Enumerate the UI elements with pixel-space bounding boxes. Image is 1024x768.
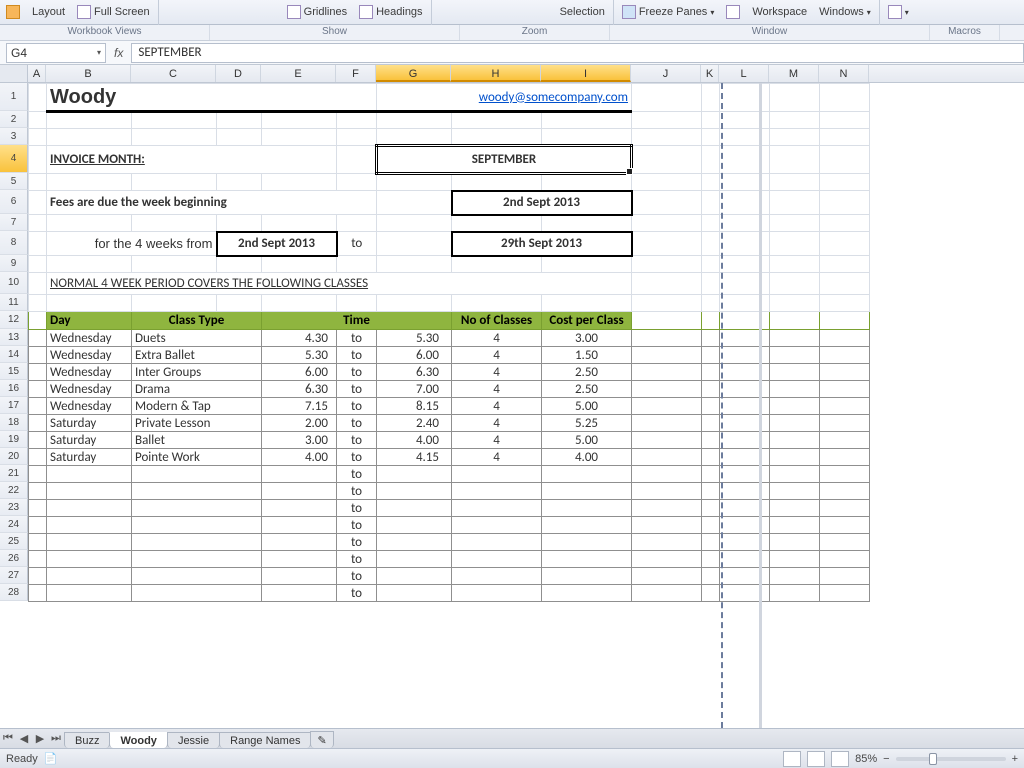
windows-button[interactable]: Windows ▾ (813, 6, 877, 18)
row-header-8[interactable]: 8 (0, 231, 28, 255)
tab-nav-prev[interactable]: ◀ (16, 732, 32, 748)
row-header-14[interactable]: 14 (0, 346, 28, 363)
macros-button[interactable]: ▾ (882, 5, 915, 19)
split-button[interactable] (720, 5, 746, 19)
tab-nav-last[interactable]: ⏭ (48, 732, 64, 748)
headings-check[interactable]: Headings (353, 5, 428, 19)
row-header-4[interactable]: 4 (0, 145, 28, 173)
status-ready: Ready (6, 753, 38, 765)
row-header-27[interactable]: 27 (0, 567, 28, 584)
col-header-C[interactable]: C (131, 65, 216, 82)
sheet-tabs: ⏮ ◀ ▶ ⏭ BuzzWoodyJessieRange Names✎ (0, 728, 1024, 748)
freeze-panes-button[interactable]: Freeze Panes ▾ (616, 5, 721, 19)
col-header-N[interactable]: N (819, 65, 869, 82)
col-header-K[interactable]: K (701, 65, 719, 82)
worksheet-area[interactable]: 1234567891011121314151617181920212223242… (0, 83, 1024, 728)
col-header-F[interactable]: F (336, 65, 376, 82)
row-header-21[interactable]: 21 (0, 465, 28, 482)
page-layout-button[interactable]: Layout (26, 6, 71, 18)
zoom-slider[interactable] (896, 757, 1006, 761)
fx-icon[interactable]: fx (114, 46, 123, 60)
row-header-24[interactable]: 24 (0, 516, 28, 533)
row-header-9[interactable]: 9 (0, 255, 28, 272)
name-box[interactable]: G4 ▾ (6, 43, 106, 63)
row-header-6[interactable]: 6 (0, 190, 28, 214)
row-header-2[interactable]: 2 (0, 111, 28, 128)
col-header-B[interactable]: B (46, 65, 131, 82)
col-header-H[interactable]: H (451, 65, 541, 82)
zoom-selection-button[interactable]: Selection (554, 6, 611, 18)
row-header-5[interactable]: 5 (0, 173, 28, 190)
new-sheet-button[interactable]: ✎ (310, 731, 333, 748)
invoice-month-cell[interactable]: SEPTEMBER (377, 146, 632, 174)
sheet-tab-woody[interactable]: Woody (109, 732, 167, 748)
row-header-18[interactable]: 18 (0, 414, 28, 431)
status-bar: Ready 📄 85% − + (0, 748, 1024, 768)
row-header-22[interactable]: 22 (0, 482, 28, 499)
row-header-23[interactable]: 23 (0, 499, 28, 516)
row-header-12[interactable]: 12 (0, 311, 28, 329)
row-header-7[interactable]: 7 (0, 214, 28, 231)
row-header-26[interactable]: 26 (0, 550, 28, 567)
col-header-D[interactable]: D (216, 65, 261, 82)
chevron-down-icon[interactable]: ▾ (97, 48, 101, 57)
row-header-11[interactable]: 11 (0, 294, 28, 311)
zoom-plus-button[interactable]: + (1012, 753, 1018, 765)
gridlines-check[interactable]: Gridlines (281, 5, 353, 19)
row-header-17[interactable]: 17 (0, 397, 28, 414)
row-header-28[interactable]: 28 (0, 584, 28, 601)
sheet-tab-buzz[interactable]: Buzz (64, 732, 110, 748)
col-header-I[interactable]: I (541, 65, 631, 82)
page-break-indicator (721, 83, 723, 728)
ribbon-icon-corner[interactable] (0, 5, 26, 19)
row-header-19[interactable]: 19 (0, 431, 28, 448)
col-header-M[interactable]: M (769, 65, 819, 82)
sheet-tab-jessie[interactable]: Jessie (167, 732, 220, 748)
column-headers: ABCDEFGHIJKLMN (0, 65, 1024, 83)
col-header-A[interactable]: A (28, 65, 46, 82)
frozen-pane-splitter[interactable] (759, 83, 762, 728)
row-header-20[interactable]: 20 (0, 448, 28, 465)
row-header-1[interactable]: 1 (0, 83, 28, 111)
view-normal-button[interactable] (783, 751, 801, 767)
col-header-G[interactable]: G (376, 65, 451, 82)
select-all-corner[interactable] (0, 65, 28, 82)
col-header-J[interactable]: J (631, 65, 701, 82)
col-header-E[interactable]: E (261, 65, 336, 82)
ribbon: Layout Full Screen Gridlines Headings Se… (0, 0, 1024, 25)
row-header-16[interactable]: 16 (0, 380, 28, 397)
view-pagebreak-button[interactable] (831, 751, 849, 767)
ribbon-group-labels: Workbook Views Show Zoom Window Macros (0, 25, 1024, 41)
col-header-L[interactable]: L (719, 65, 769, 82)
row-header-15[interactable]: 15 (0, 363, 28, 380)
tab-nav-next[interactable]: ▶ (32, 732, 48, 748)
tab-nav-first[interactable]: ⏮ (0, 732, 16, 748)
sheet-tab-range-names[interactable]: Range Names (219, 732, 311, 748)
name-box-value: G4 (11, 46, 27, 60)
row-header-10[interactable]: 10 (0, 272, 28, 294)
workspace-button[interactable]: Workspace (746, 6, 813, 18)
formula-value: SEPTEMBER (138, 45, 201, 60)
row-header-13[interactable]: 13 (0, 329, 28, 346)
formula-input[interactable]: SEPTEMBER (131, 43, 1024, 63)
row-header-3[interactable]: 3 (0, 128, 28, 145)
zoom-level[interactable]: 85% (855, 753, 877, 765)
row-headers: 1234567891011121314151617181920212223242… (0, 83, 28, 601)
macro-record-icon[interactable]: 📄 (44, 752, 58, 765)
formula-bar: G4 ▾ fx SEPTEMBER (0, 41, 1024, 65)
cells-grid[interactable]: Woodywoody@somecompany.comINVOICE MONTH:… (28, 83, 1024, 728)
row-header-25[interactable]: 25 (0, 533, 28, 550)
fullscreen-button[interactable]: Full Screen (71, 5, 156, 19)
view-layout-button[interactable] (807, 751, 825, 767)
email-link[interactable]: woody@somecompany.com (377, 90, 631, 105)
zoom-minus-button[interactable]: − (883, 753, 889, 765)
